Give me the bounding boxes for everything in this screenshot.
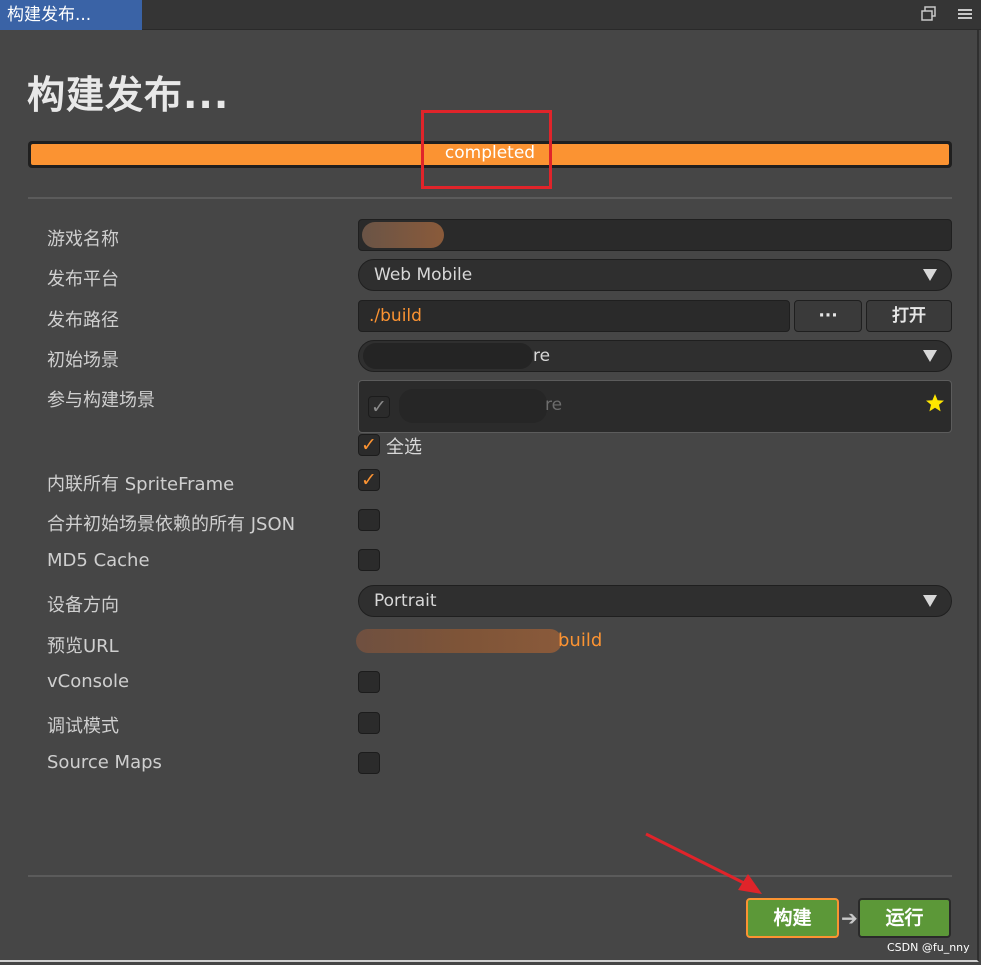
build-button[interactable]: 构建 <box>746 898 839 938</box>
build-path-label: 发布路径 <box>47 310 119 331</box>
redacted-area <box>399 389 547 423</box>
source-maps-checkbox[interactable] <box>358 752 380 774</box>
restore-window-icon[interactable] <box>921 6 939 24</box>
annotation-arrow-icon <box>645 832 762 894</box>
start-scene-label: 初始场景 <box>47 350 119 371</box>
scene-list: ✓ re <box>358 380 952 433</box>
arrow-right-icon: ➔ <box>841 906 858 930</box>
star-icon[interactable] <box>925 393 945 417</box>
select-all-checkbox[interactable]: ✓ <box>358 434 380 456</box>
panel-tab[interactable]: 构建发布... <box>0 0 142 30</box>
game-name-label: 游戏名称 <box>47 229 119 250</box>
start-scene-value: re <box>533 346 551 366</box>
md5-cache-label: MD5 Cache <box>47 550 150 571</box>
platform-select[interactable]: Web Mobile <box>358 259 952 291</box>
open-folder-button[interactable]: 打开 <box>866 300 952 332</box>
title-bar: 构建发布... <box>0 0 981 30</box>
debug-mode-label: 调试模式 <box>47 716 119 737</box>
redacted-area <box>362 222 444 248</box>
platform-label: 发布平台 <box>47 269 119 290</box>
scene-item-label: re <box>545 395 563 415</box>
browse-button[interactable]: ··· <box>794 300 862 332</box>
watermark: CSDN @fu_nny <box>887 941 970 954</box>
inline-spriteframe-checkbox[interactable]: ✓ <box>358 469 380 491</box>
debug-mode-checkbox[interactable] <box>358 712 380 734</box>
merge-json-label: 合并初始场景依赖的所有 JSON <box>47 514 296 535</box>
merge-json-checkbox[interactable] <box>358 509 380 531</box>
preview-url-label: 预览URL <box>47 636 119 657</box>
divider <box>28 875 952 877</box>
vconsole-label: vConsole <box>47 671 130 692</box>
run-button[interactable]: 运行 <box>858 898 951 938</box>
game-name-input[interactable] <box>358 219 952 251</box>
divider <box>28 197 952 199</box>
annotation-highlight-box <box>421 110 552 189</box>
build-path-input[interactable]: ./build <box>358 300 790 332</box>
redacted-area <box>363 343 533 369</box>
platform-value: Web Mobile <box>374 265 473 285</box>
chevron-down-icon <box>923 269 937 281</box>
orientation-label: 设备方向 <box>47 595 119 616</box>
chevron-down-icon <box>923 350 937 362</box>
redacted-area <box>356 629 562 653</box>
md5-cache-checkbox[interactable] <box>358 549 380 571</box>
inline-spriteframe-label: 内联所有 SpriteFrame <box>47 474 235 495</box>
vconsole-checkbox[interactable] <box>358 671 380 693</box>
page-title: 构建发布... <box>27 73 230 117</box>
scene-item-checkbox[interactable]: ✓ <box>368 396 390 418</box>
checkmark-icon: ✓ <box>361 434 377 456</box>
build-scenes-label: 参与构建场景 <box>47 390 155 411</box>
checkmark-icon: ✓ <box>361 469 377 491</box>
select-all-label: 全选 <box>386 437 422 458</box>
preview-url-link[interactable]: build <box>558 630 602 651</box>
hamburger-menu-icon[interactable] <box>957 6 975 24</box>
checkmark-icon: ✓ <box>371 396 387 418</box>
chevron-down-icon <box>923 595 937 607</box>
start-scene-select[interactable]: re <box>358 340 952 372</box>
orientation-select[interactable]: Portrait <box>358 585 952 617</box>
source-maps-label: Source Maps <box>47 752 162 773</box>
orientation-value: Portrait <box>374 591 437 611</box>
